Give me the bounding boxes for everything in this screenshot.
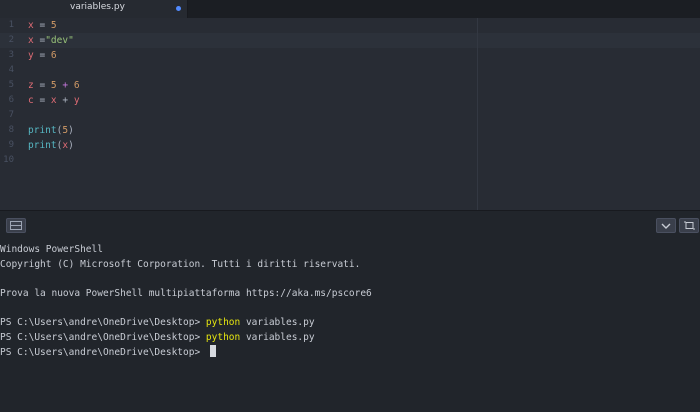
terminal-line: Copyright (C) Microsoft Corporation. Tut…: [0, 259, 361, 270]
maximize-icon[interactable]: [679, 218, 699, 233]
token: =: [33, 95, 51, 106]
panel-toggle-icon[interactable]: [6, 218, 26, 233]
code-line[interactable]: x = 5: [28, 18, 57, 33]
terminal[interactable]: Windows PowerShell Copyright (C) Microso…: [0, 238, 700, 412]
token: =: [33, 35, 46, 46]
line-number: 3: [8, 50, 14, 60]
code-editor[interactable]: 1 2 3 4 5 6 7 8 9 10 x = 5 x ="dev" y = …: [0, 18, 700, 210]
line-number: 7: [8, 110, 14, 120]
terminal-prompt: PS C:\Users\andre\OneDrive\Desktop>: [0, 317, 206, 328]
tab-bar: variables.py: [0, 0, 700, 18]
terminal-line: PS C:\Users\andre\OneDrive\Desktop> pyth…: [0, 316, 315, 330]
active-line-highlight: [0, 33, 700, 48]
token: +: [56, 80, 74, 91]
code-line[interactable]: c = x + y: [28, 93, 80, 108]
terminal-line: Prova la nuova PowerShell multipiattafor…: [0, 288, 372, 299]
line-number: 10: [3, 155, 14, 165]
code-line[interactable]: x ="dev": [28, 33, 74, 48]
token: =: [33, 20, 51, 31]
token: ): [68, 125, 74, 136]
line-number-gutter: 1 2 3 4 5 6 7 8 9 10: [0, 18, 20, 210]
terminal-input-line[interactable]: PS C:\Users\andre\OneDrive\Desktop>: [0, 345, 216, 359]
terminal-arg: variables.py: [240, 332, 315, 343]
terminal-prompt: PS C:\Users\andre\OneDrive\Desktop>: [0, 332, 206, 343]
line-number: 9: [8, 140, 14, 150]
code-line[interactable]: print(x): [28, 138, 74, 153]
line-number: 8: [8, 125, 14, 135]
terminal-command: python: [205, 317, 241, 328]
token: 6: [73, 80, 80, 91]
text-cursor: [209, 345, 216, 357]
code-line[interactable]: y = 6: [28, 48, 57, 63]
chevron-down-icon[interactable]: [656, 218, 676, 233]
line-number: 2: [8, 35, 14, 45]
terminal-line: Windows PowerShell: [0, 244, 103, 255]
wrap-guide: [477, 18, 478, 210]
token: =: [33, 50, 51, 61]
token: print: [28, 140, 57, 151]
code-line[interactable]: print(5): [28, 123, 74, 138]
line-number: 4: [8, 65, 14, 75]
tab-label: variables.py: [70, 2, 125, 12]
token: y: [73, 95, 80, 106]
terminal-line: PS C:\Users\andre\OneDrive\Desktop> pyth…: [0, 331, 315, 345]
terminal-prompt: PS C:\Users\andre\OneDrive\Desktop>: [0, 347, 206, 358]
terminal-panel-header: [0, 210, 700, 238]
token: ): [68, 140, 74, 151]
modified-indicator-icon[interactable]: [176, 6, 181, 11]
token: =: [33, 80, 51, 91]
code-line[interactable]: z = 5 + 6: [28, 78, 80, 93]
token: +: [56, 95, 74, 106]
terminal-arg: variables.py: [240, 317, 315, 328]
token: 5: [50, 20, 57, 31]
terminal-command: python: [205, 332, 241, 343]
token: "dev": [45, 35, 74, 46]
token: print: [28, 125, 57, 136]
line-number: 6: [8, 95, 14, 105]
tab-variables-py[interactable]: variables.py: [0, 0, 188, 18]
token: 6: [50, 50, 57, 61]
line-number: 5: [8, 80, 14, 90]
line-number: 1: [8, 20, 14, 30]
